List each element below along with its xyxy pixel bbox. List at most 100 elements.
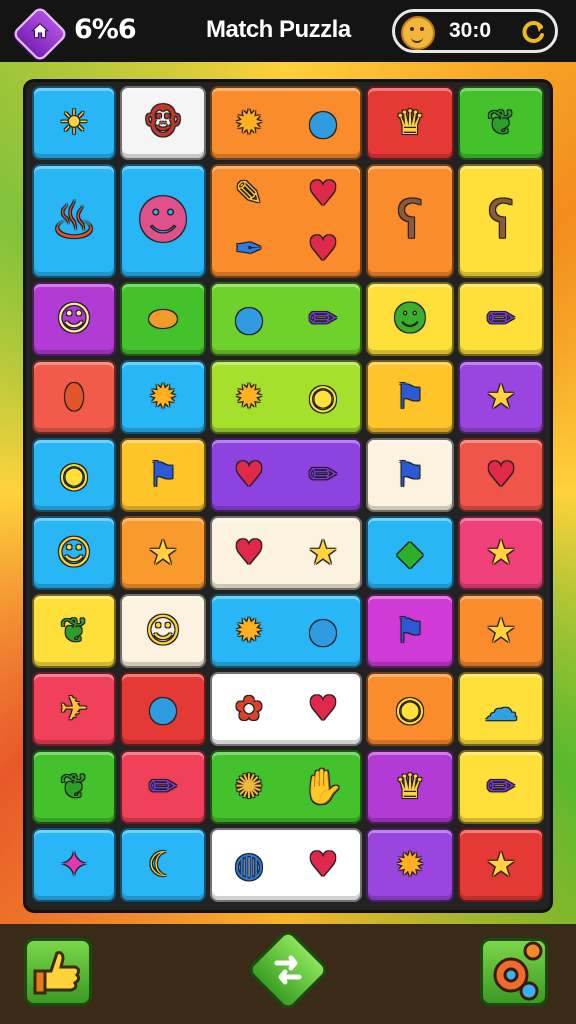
tile-balloon-pencil[interactable]: ● ✏ (210, 282, 362, 356)
tile-pencil[interactable]: ✏ (458, 282, 544, 356)
tile-flag-2[interactable]: ⚑ (120, 438, 206, 512)
tile-pencil-3[interactable]: ✏ (458, 750, 544, 824)
bird-icon: ✈ (59, 689, 89, 729)
tile-candy[interactable]: ✦ (32, 828, 116, 902)
tile-star-wand[interactable]: ★ (458, 594, 544, 668)
tile-leaf-2[interactable]: ❦ (32, 594, 116, 668)
star-icon: ★ (485, 611, 517, 651)
tile-star[interactable]: ★ (458, 360, 544, 434)
tile-ball-heart[interactable]: ◍ ♥ (210, 828, 362, 902)
pencil-icon: ✏ (308, 299, 338, 339)
heart-icon: ♥ (233, 533, 265, 573)
tile-flame-creature[interactable]: ♨ (32, 164, 116, 278)
tile-sun-bubble[interactable]: ✹ ◉ (210, 360, 362, 434)
star-icon: ★ (485, 377, 517, 417)
tile-star-2[interactable]: ★ (120, 516, 206, 590)
shuffle-icon (274, 955, 302, 985)
tile-cloud[interactable]: ☁ (458, 672, 544, 746)
speech-bubble-icon: ◉ (395, 689, 425, 729)
flag-icon: ⚑ (394, 611, 426, 651)
candy-icon: ✦ (59, 845, 89, 885)
crown-icon: ♛ (394, 767, 426, 807)
tile-leaf[interactable]: ❦ (458, 86, 544, 160)
paintbrush-icon: ✎ (234, 173, 264, 214)
tile-bear[interactable]: ʕ (366, 164, 454, 278)
pencil-icon: ✏ (486, 767, 516, 807)
tile-items[interactable]: ✎ ♥ ✒ ♥ (210, 164, 362, 278)
score-value: 30:0 (449, 19, 492, 42)
tile-frog[interactable]: ☻ (366, 282, 454, 356)
tile-flag-green[interactable]: ⚑ (366, 594, 454, 668)
tile-lion[interactable]: ☺ (32, 282, 116, 356)
frog-icon: ☻ (392, 299, 428, 339)
tile-crown-2[interactable]: ♛ (366, 750, 454, 824)
tile-sun-balloon-2[interactable]: ✹ ● (210, 594, 362, 668)
tile-sun-face[interactable]: ☀ (32, 86, 116, 160)
monkey-icon: 🐵 (143, 103, 183, 143)
smiley-icon: ☺ (145, 611, 181, 651)
tile-smiley-2[interactable]: ☺ (120, 594, 206, 668)
smiley-icon: ☺ (56, 533, 92, 573)
tile-heart-star[interactable]: ♥ ★ (210, 516, 362, 590)
refresh-icon[interactable] (519, 18, 547, 46)
tile-flag-3[interactable]: ⚑ (366, 438, 454, 512)
tile-banana[interactable]: ☾ (120, 828, 206, 902)
flag-icon: ⚑ (394, 377, 426, 417)
gear-icon (493, 941, 543, 1001)
mitten-icon: ✋ (301, 767, 345, 807)
sun-face-icon: ☀ (58, 103, 90, 143)
tile-heart-pencil[interactable]: ♥ ✏ (210, 438, 362, 512)
tile-smiley[interactable]: ☺ (32, 516, 116, 590)
tile-monkey[interactable]: 🐵 (120, 86, 206, 160)
tile-star-3[interactable]: ★ (458, 516, 544, 590)
lemon-icon: ⬬ (148, 299, 178, 339)
banana-icon: ☾ (147, 845, 179, 885)
tile-bubble[interactable]: ◉ (32, 438, 116, 512)
sausage-icon: ⬮ (63, 377, 85, 417)
star-icon: ★ (485, 845, 517, 885)
tile-sausage[interactable]: ⬮ (32, 360, 116, 434)
home-button[interactable] (11, 5, 69, 63)
tile-balloon[interactable]: ● (120, 672, 206, 746)
shuffle-button[interactable] (245, 927, 331, 1013)
ball-icon: ◍ (234, 845, 264, 885)
leaf-icon: ❦ (59, 611, 89, 651)
tile-flag[interactable]: ⚑ (366, 360, 454, 434)
heart-icon: ♥ (307, 845, 339, 885)
flag-icon: ⚑ (147, 455, 179, 495)
like-button[interactable] (24, 938, 92, 1006)
tile-bear-2[interactable]: ʕ (458, 164, 544, 278)
balloon-icon: ● (308, 611, 338, 651)
cloud-icon: ☁ (484, 689, 518, 729)
tile-sun-green[interactable]: ✹ (366, 828, 454, 902)
tile-lemon[interactable]: ⬬ (120, 282, 206, 356)
pencil-icon: ✏ (486, 299, 516, 339)
feather-icon: ✒ (234, 228, 264, 269)
pencil-icon: ✏ (308, 455, 338, 495)
flag-icon: ⚑ (394, 455, 426, 495)
tile-bubble-2[interactable]: ◉ (366, 672, 454, 746)
thumbs-up-icon (33, 951, 81, 995)
player-avatar-icon (401, 16, 435, 50)
home-icon (30, 22, 50, 39)
tile-crown[interactable]: ♛ (366, 86, 454, 160)
tile-cookie-mitten[interactable]: ✺ ✋ (210, 750, 362, 824)
balloon-icon: ● (234, 299, 264, 339)
tile-flower-heart[interactable]: ✿ ♥ (210, 672, 362, 746)
settings-button[interactable] (480, 938, 548, 1006)
tile-heart[interactable]: ♥ (458, 438, 544, 512)
tile-sun-balloon[interactable]: ✹ ● (210, 86, 362, 160)
tile-crystal[interactable]: ◆ (366, 516, 454, 590)
tile-squid[interactable]: ☻ (120, 164, 206, 278)
tile-pencil-2[interactable]: ✏ (120, 750, 206, 824)
tile-star-green[interactable]: ★ (458, 828, 544, 902)
heart-icon: ♥ (307, 228, 339, 269)
sun-icon: ✹ (234, 377, 264, 417)
tile-sun[interactable]: ✹ (120, 360, 206, 434)
crystal-icon: ◆ (396, 533, 424, 573)
bear-icon: ʕ (396, 191, 424, 251)
bear-icon: ʕ (487, 191, 515, 251)
sun-icon: ✹ (148, 377, 178, 417)
tile-bird[interactable]: ✈ (32, 672, 116, 746)
tile-leaf-3[interactable]: ❦ (32, 750, 116, 824)
